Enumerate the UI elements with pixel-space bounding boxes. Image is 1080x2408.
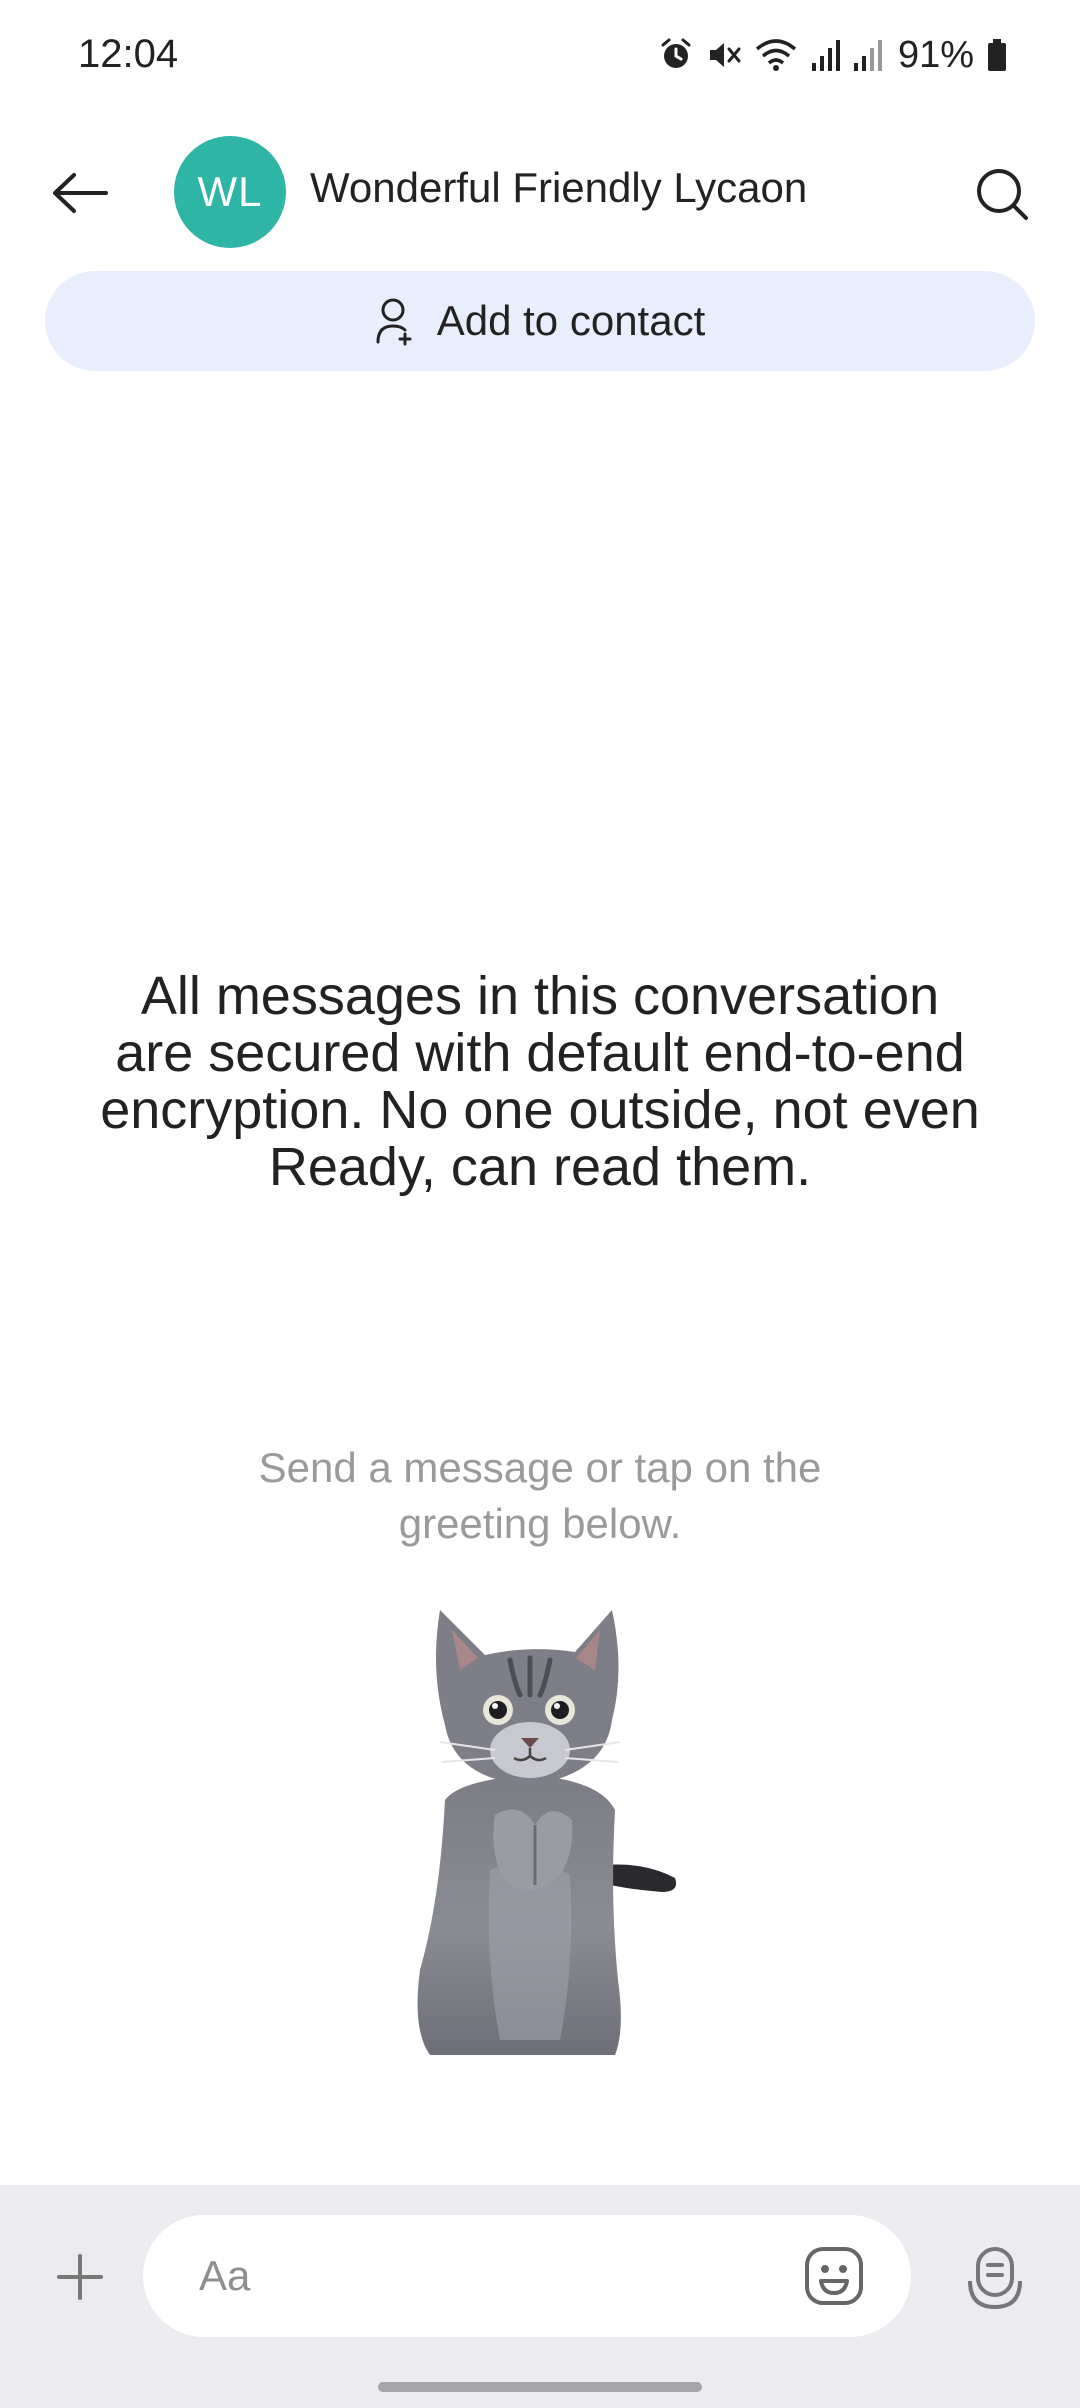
wifi-icon (754, 37, 798, 73)
voice-message-icon (968, 2247, 1022, 2310)
encryption-notice: All messages in this conversation are se… (100, 966, 980, 1197)
contact-name[interactable]: Wonderful Friendly Lycaon (310, 164, 807, 212)
greeting-hint: Send a message or tap on the greeting be… (258, 1444, 822, 1547)
cat-sticker[interactable] (400, 1600, 690, 2060)
home-indicator[interactable] (378, 2382, 702, 2392)
plus-icon (57, 2254, 103, 2300)
signal-icon (852, 37, 882, 73)
battery-icon (986, 37, 1008, 73)
chat-screen: 12:04 91% WL Wonderful Friendly Lycaon A… (0, 0, 1080, 2408)
emoji-icon (805, 2247, 863, 2305)
message-input[interactable] (199, 2245, 759, 2307)
chat-header: WL Wonderful Friendly Lycaon (0, 130, 1080, 254)
add-person-icon (376, 298, 412, 346)
emoji-button[interactable] (803, 2245, 865, 2307)
message-composer (0, 2185, 1080, 2408)
cat-sticker-image (417, 1610, 677, 2055)
arrow-left-icon (53, 173, 108, 213)
battery-level: 91% (897, 33, 974, 76)
add-to-contact-button[interactable]: Add to contact (45, 271, 1035, 371)
mute-icon (706, 37, 742, 73)
avatar[interactable]: WL (174, 136, 286, 248)
status-bar: 12:04 91% (0, 0, 1080, 110)
signal-icon (810, 37, 840, 73)
search-button[interactable] (964, 156, 1040, 232)
back-button[interactable] (40, 158, 120, 228)
voice-message-button[interactable] (964, 2245, 1026, 2311)
message-input-container (143, 2215, 911, 2337)
status-time: 12:04 (78, 32, 179, 76)
add-to-contact-label: Add to contact (436, 297, 706, 344)
search-icon (977, 169, 1028, 220)
attach-button[interactable] (50, 2247, 110, 2307)
alarm-icon (658, 37, 694, 73)
status-icons: 91% (658, 30, 1008, 80)
